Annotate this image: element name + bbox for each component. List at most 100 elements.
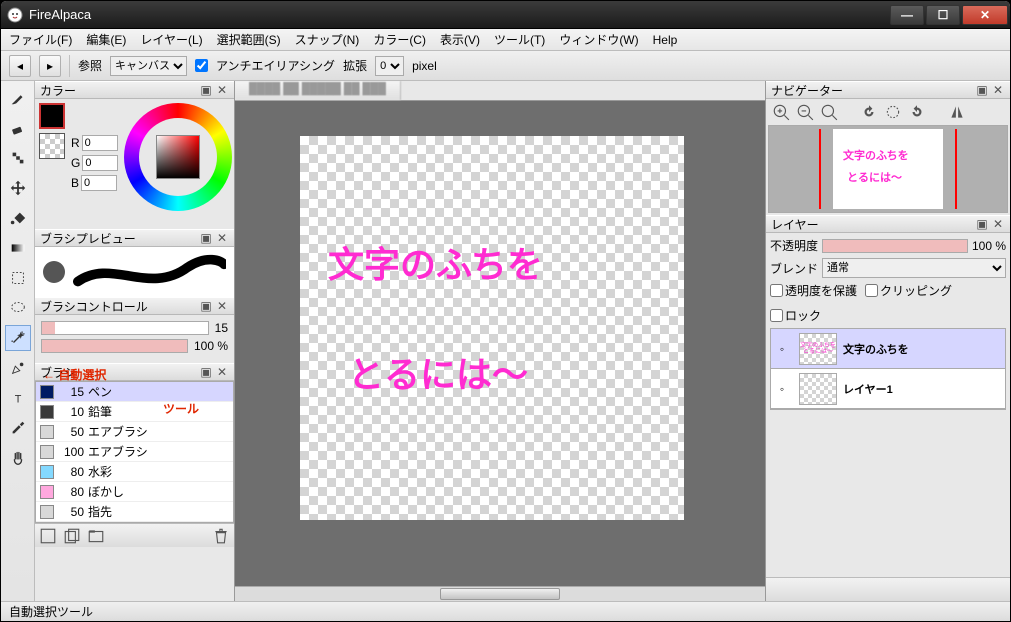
app-title: FireAlpaca [29,7,890,22]
layer-thumbnail: 文字のふちをとるには～ [799,333,837,365]
reference-label: 参照 [78,57,102,74]
opacity-slider[interactable] [41,339,188,353]
app-window: FireAlpaca — ☐ ✕ ファイル(F) 編集(E) レイヤー(L) 選… [0,0,1011,622]
layer-opacity-slider[interactable] [822,239,968,253]
rotate-reset-icon[interactable] [884,103,902,121]
flip-icon[interactable] [948,103,966,121]
toggle-icon[interactable]: ▣ [199,231,213,245]
select-lasso-tool[interactable] [5,295,31,321]
toggle-icon[interactable]: ▣ [975,217,989,231]
canvas[interactable]: 文字のふちを とるには～ [300,136,684,520]
brush-row[interactable]: 80 ぼかし [36,482,233,502]
navigator-view[interactable]: 文字のふちを とるには～ [768,125,1008,213]
zoom-out-icon[interactable] [796,103,814,121]
close-icon[interactable]: ✕ [215,83,229,97]
clipping-check[interactable]: クリッピング [865,282,952,299]
color-panel-title: カラー ▣ ✕ [35,81,234,99]
brush-control-title: ブラシコントロール ▣✕ [35,297,234,315]
close-button[interactable]: ✕ [962,5,1008,25]
menu-window[interactable]: ウィンドウ(W) [559,31,638,48]
delete-brush-icon[interactable] [212,527,230,545]
close-icon[interactable]: ✕ [215,231,229,245]
h-scrollbar[interactable] [235,586,765,601]
gradient-tool[interactable] [5,235,31,261]
menu-snap[interactable]: スナップ(N) [295,31,360,48]
select-rect-tool[interactable] [5,265,31,291]
menu-color[interactable]: カラー(C) [373,31,426,48]
rotate-left-icon[interactable] [860,103,878,121]
move-tool[interactable] [5,175,31,201]
r-label: R [71,136,80,150]
menu-file[interactable]: ファイル(F) [9,31,72,48]
redo-button[interactable]: ▸ [39,55,61,77]
undo-button[interactable]: ◂ [9,55,31,77]
toggle-icon[interactable]: ▣ [199,83,213,97]
brush-row[interactable]: 50 エアブラシ [36,422,233,442]
zoom-fit-icon[interactable] [820,103,838,121]
zoom-in-icon[interactable] [772,103,790,121]
r-input[interactable] [82,135,118,151]
g-input[interactable] [82,155,118,171]
brush-preview-text: ブラシプレビュー [40,230,136,247]
hand-tool[interactable] [5,445,31,471]
antialias-checkbox[interactable] [195,59,208,72]
menu-edit[interactable]: 編集(E) [86,31,126,48]
text-tool[interactable]: T [5,385,31,411]
layer-visibility-icon[interactable]: ◦ [771,382,793,396]
expand-select[interactable]: 0 [375,56,404,76]
transparent-swatch[interactable] [39,133,65,159]
foreground-swatch[interactable] [39,103,65,129]
menu-help[interactable]: Help [653,33,678,47]
close-icon[interactable]: ✕ [215,365,229,379]
eyedropper-tool[interactable] [5,415,31,441]
b-input[interactable] [81,175,117,191]
reference-select[interactable]: キャンバス [110,56,187,76]
menu-select[interactable]: 選択範囲(S) [217,31,281,48]
toggle-icon[interactable]: ▣ [975,83,989,97]
minimize-button[interactable]: — [890,5,924,25]
menu-layer[interactable]: レイヤー(L) [140,31,202,48]
select-pen-tool[interactable] [5,355,31,381]
size-slider[interactable] [41,321,209,335]
dup-brush-icon[interactable] [63,527,81,545]
brush-row[interactable]: 100 エアブラシ [36,442,233,462]
annotation: ← 自動選択 ツール [43,356,199,423]
close-icon[interactable]: ✕ [215,299,229,313]
size-value: 15 [215,321,228,335]
folder-brush-icon[interactable] [87,527,105,545]
toggle-icon[interactable]: ▣ [199,299,213,313]
dot-tool[interactable] [5,145,31,171]
blend-select[interactable]: 通常 [822,258,1006,278]
lock-check[interactable]: ロック [770,307,821,324]
toggle-icon[interactable]: ▣ [199,365,213,379]
eraser-tool[interactable] [5,115,31,141]
layer-name: レイヤー1 [843,381,1005,397]
maximize-button[interactable]: ☐ [926,5,960,25]
magic-wand-tool[interactable] [5,325,31,351]
layer-panel: 不透明度 100 % ブレンド 通常 透明度を保護 クリッピング ロック ◦ 文… [766,233,1010,414]
rotate-right-icon[interactable] [908,103,926,121]
document-tab[interactable]: ████ ██ █████ ██ ███ [235,81,401,100]
add-brush-icon[interactable] [39,527,57,545]
brush-control-text: ブラシコントロール [40,298,148,315]
brush-size: 100 [58,445,84,459]
menu-view[interactable]: 表示(V) [440,31,480,48]
close-icon[interactable]: ✕ [991,83,1005,97]
brush-tool[interactable] [5,85,31,111]
app-icon [7,7,23,23]
brush-row[interactable]: 50 指先 [36,502,233,522]
fill-tool[interactable] [5,205,31,231]
layer-list[interactable]: ◦ 文字のふちをとるには～ 文字のふちを◦ レイヤー1 [770,328,1006,410]
protect-alpha-check[interactable]: 透明度を保護 [770,282,857,299]
layer-visibility-icon[interactable]: ◦ [771,342,793,356]
menu-tool[interactable]: ツール(T) [494,31,545,48]
canvas-text-line1: 文字のふちを [328,236,543,288]
layer-title-text: レイヤー [771,216,819,233]
close-icon[interactable]: ✕ [991,217,1005,231]
brush-row[interactable]: 80 水彩 [36,462,233,482]
layer-row[interactable]: ◦ 文字のふちをとるには～ 文字のふちを [771,329,1005,369]
titlebar: FireAlpaca — ☐ ✕ [1,1,1010,29]
color-wheel[interactable] [124,103,232,211]
layer-row[interactable]: ◦ レイヤー1 [771,369,1005,409]
brush-name: 水彩 [88,463,112,480]
